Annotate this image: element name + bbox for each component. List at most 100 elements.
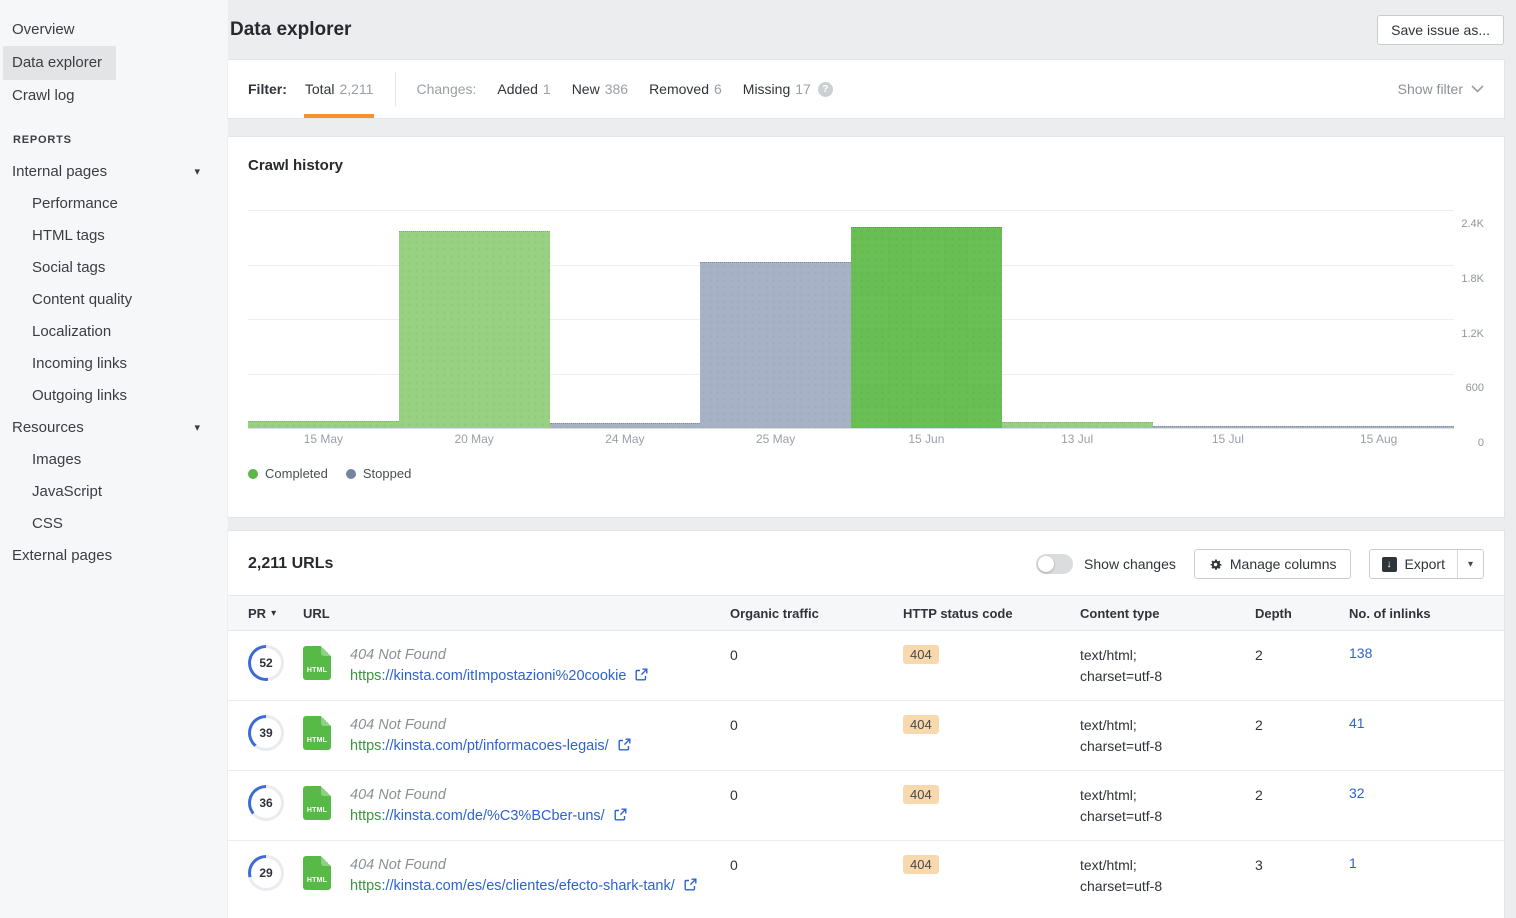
show-filter-button[interactable]: Show filter <box>1398 60 1484 118</box>
column-header-label: PR <box>248 606 266 621</box>
content-type-line1: text/html; <box>1080 715 1255 736</box>
column-header-url[interactable]: URL <box>303 606 730 621</box>
table-toolbar: 2,211 URLs Show changes Manage columns ↓… <box>228 531 1504 595</box>
url-scheme: https <box>350 878 381 894</box>
page-title-text: 404 Not Found <box>350 645 648 666</box>
x-axis-tick-label: 13 Jul <box>1002 432 1153 452</box>
url-path: ://kinsta.com/pt/informacoes-legais/ <box>381 738 608 754</box>
url-link[interactable]: https://kinsta.com/pt/informacoes-legais… <box>350 738 631 754</box>
manage-columns-button[interactable]: Manage columns <box>1194 549 1351 579</box>
url-cell: HTML404 Not Foundhttps://kinsta.com/es/e… <box>303 855 730 897</box>
external-link-icon <box>684 878 697 891</box>
sidebar-item-localization[interactable]: Localization <box>0 316 228 348</box>
chart-bar-20-may[interactable] <box>399 231 550 428</box>
sidebar-item-overview[interactable]: Overview <box>0 14 228 46</box>
depth-value: 2 <box>1255 715 1349 736</box>
column-header-http-status-code[interactable]: HTTP status code <box>903 606 1080 621</box>
x-axis-tick-label: 15 Aug <box>1303 432 1454 452</box>
inlinks-cell: 32 <box>1349 785 1484 803</box>
export-dropdown-button[interactable]: ▾ <box>1457 550 1483 578</box>
chart-bar-24-may[interactable] <box>550 423 701 428</box>
pr-badge: 36 <box>248 785 284 821</box>
filter-tab-removed[interactable]: Removed6 <box>648 60 723 118</box>
content-type-cell: text/html;charset=utf-8 <box>1080 785 1255 827</box>
sidebar-item-outgoing-links[interactable]: Outgoing links <box>0 380 228 412</box>
chart-bar-15-aug[interactable] <box>1303 426 1454 428</box>
save-issue-as-button[interactable]: Save issue as... <box>1377 15 1504 45</box>
content-type-line2: charset=utf-8 <box>1080 736 1255 757</box>
chevron-down-icon <box>1471 85 1484 93</box>
url-link[interactable]: https://kinsta.com/de/%C3%BCber-uns/ <box>350 808 627 824</box>
column-header-organic-traffic[interactable]: Organic traffic <box>730 606 903 621</box>
sidebar-item-html-tags[interactable]: HTML tags <box>0 220 228 252</box>
url-link[interactable]: https://kinsta.com/es/es/clientes/efecto… <box>350 878 697 894</box>
sidebar-item-social-tags[interactable]: Social tags <box>0 252 228 284</box>
sidebar-item-incoming-links[interactable]: Incoming links <box>0 348 228 380</box>
legend-dot <box>346 469 356 479</box>
sidebar-item-images[interactable]: Images <box>0 444 228 476</box>
sidebar-section-resources[interactable]: Resources▾ <box>0 412 228 444</box>
chart-bar-15-jul[interactable] <box>1153 426 1304 428</box>
url-path: ://kinsta.com/itImpostazioni%20cookie <box>381 668 626 684</box>
show-changes-toggle[interactable] <box>1036 554 1073 574</box>
column-header-content-type[interactable]: Content type <box>1080 606 1255 621</box>
sidebar-section-internal-pages[interactable]: Internal pages▾ <box>0 156 228 188</box>
filter-label: Filter: <box>248 81 287 97</box>
sidebar-item-label: Overview <box>12 14 85 46</box>
inlinks-cell: 1 <box>1349 855 1484 873</box>
inlinks-link[interactable]: 1 <box>1349 855 1357 871</box>
sidebar-item-content-quality[interactable]: Content quality <box>0 284 228 316</box>
filter-tab-new[interactable]: New386 <box>571 60 629 118</box>
filter-tab-total[interactable]: Total2,211 <box>304 60 375 118</box>
sidebar-item-label: Content quality <box>32 284 142 316</box>
content-type-line1: text/html; <box>1080 645 1255 666</box>
filter-tab-missing[interactable]: Missing17? <box>742 60 834 118</box>
sidebar-item-label: Incoming links <box>32 348 137 380</box>
x-axis-ticks: 15 May20 May24 May25 May15 Jun13 Jul15 J… <box>248 432 1454 452</box>
pr-cell: 39 <box>248 715 303 751</box>
inlinks-link[interactable]: 41 <box>1349 715 1365 731</box>
page-title-text: 404 Not Found <box>350 855 697 876</box>
pr-badge: 39 <box>248 715 284 751</box>
column-header-label: URL <box>303 606 330 621</box>
inlinks-link[interactable]: 32 <box>1349 785 1365 801</box>
pr-value: 39 <box>251 718 281 748</box>
x-axis-tick-label: 24 May <box>550 432 701 452</box>
pr-cell: 52 <box>248 645 303 681</box>
x-axis-tick-label: 15 Jun <box>851 432 1002 452</box>
url-cell: HTML404 Not Foundhttps://kinsta.com/de/%… <box>303 785 730 827</box>
y-axis-tick-label: 0 <box>1478 437 1484 449</box>
urls-table-card: 2,211 URLs Show changes Manage columns ↓… <box>228 531 1504 918</box>
url-path: ://kinsta.com/es/es/clientes/efecto-shar… <box>381 878 674 894</box>
pr-value: 36 <box>251 788 281 818</box>
column-header-depth[interactable]: Depth <box>1255 606 1349 621</box>
content-type-line2: charset=utf-8 <box>1080 876 1255 897</box>
export-button[interactable]: ↓ Export <box>1370 550 1457 578</box>
chart-bar-15-jun[interactable] <box>851 227 1002 428</box>
pr-badge: 29 <box>248 855 284 891</box>
x-axis-tick-label: 15 Jul <box>1153 432 1304 452</box>
chart-bar-15-may[interactable] <box>248 421 399 428</box>
url-link[interactable]: https://kinsta.com/itImpostazioni%20cook… <box>350 668 648 684</box>
table-row: 39HTML404 Not Foundhttps://kinsta.com/pt… <box>228 700 1504 770</box>
sidebar-item-javascript[interactable]: JavaScript <box>0 476 228 508</box>
chart-bar-13-jul[interactable] <box>1002 422 1153 428</box>
sidebar-section-external-pages[interactable]: External pages <box>0 540 228 572</box>
sidebar-item-css[interactable]: CSS <box>0 508 228 540</box>
status-cell: 404 <box>903 645 1080 664</box>
legend-label: Stopped <box>363 466 411 481</box>
column-header-no-of-inlinks[interactable]: No. of inlinks <box>1349 606 1484 621</box>
column-header-label: No. of inlinks <box>1349 606 1431 621</box>
x-axis-tick-label: 25 May <box>700 432 851 452</box>
filter-tab-added[interactable]: Added1 <box>496 60 551 118</box>
chart-bar-25-may[interactable] <box>700 262 851 428</box>
sidebar-item-data-explorer[interactable]: Data explorer <box>0 46 228 80</box>
sidebar-item-crawl-log[interactable]: Crawl log <box>0 80 228 112</box>
inlinks-link[interactable]: 138 <box>1349 645 1372 661</box>
crawl-history-card: Crawl history 2.4K1.8K1.2K6000 15 May20 … <box>228 137 1504 517</box>
content-type-line1: text/html; <box>1080 785 1255 806</box>
filter-tab-count: 386 <box>605 81 628 97</box>
sidebar-item-performance[interactable]: Performance <box>0 188 228 220</box>
column-header-pr[interactable]: PR▾ <box>248 606 303 621</box>
http-status-badge: 404 <box>903 645 939 664</box>
